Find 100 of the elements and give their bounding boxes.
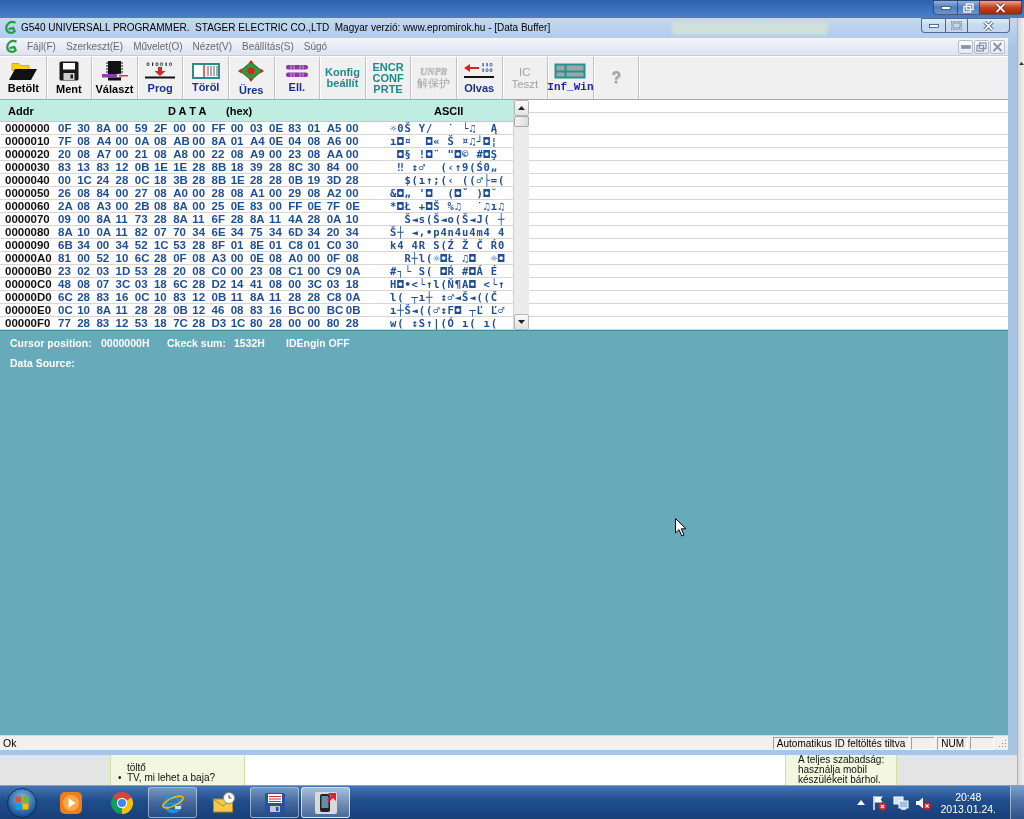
- hex-byte-cell: 00: [115, 187, 129, 199]
- toolbar-button[interactable]: Választ: [92, 57, 138, 99]
- address-cell: 00000A0: [5, 252, 52, 264]
- hex-byte-cell: 1E: [173, 161, 188, 173]
- hex-byte-cell: A6: [326, 135, 342, 147]
- hex-byte-cell: 2B: [134, 200, 150, 212]
- menu-item[interactable]: Beállítás(S): [237, 39, 299, 54]
- hex-byte-cell: 83: [96, 317, 110, 329]
- hex-byte-cell: 34: [345, 226, 359, 238]
- hex-byte-cell: 00: [115, 122, 129, 134]
- hex-byte-cell: 11: [115, 226, 128, 238]
- hex-byte-cell: 0E: [249, 252, 264, 264]
- toolbar-button[interactable]: Ment: [46, 57, 93, 99]
- resize-grip-icon[interactable]: [997, 738, 1007, 748]
- restore-button[interactable]: [958, 0, 980, 15]
- hex-byte-cell: 0A: [345, 265, 361, 277]
- ascii-text: w( ↕S↑|(Ó ı( ı(: [390, 317, 499, 329]
- taskbar-button[interactable]: [301, 787, 350, 818]
- hex-byte-cell: 09: [58, 213, 71, 225]
- minimize-icon: [960, 44, 971, 49]
- toolbar-button[interactable]: Ell.: [274, 57, 321, 99]
- menu-item[interactable]: Súgó: [298, 39, 333, 54]
- hex-byte-cell: 1C: [230, 317, 246, 329]
- scroll-down-button[interactable]: [514, 314, 529, 330]
- hex-byte-cell: 8A: [96, 213, 112, 225]
- hex-byte-cell: D2: [211, 278, 227, 290]
- hex-byte-cell: 6C: [173, 278, 188, 290]
- hex-byte-cell: 01: [307, 122, 321, 134]
- toolbar-button[interactable]: Üres: [228, 57, 275, 99]
- hex-byte-cell: 00: [192, 122, 206, 134]
- bullet: •: [118, 773, 123, 783]
- hex-byte-cell: C0: [326, 239, 342, 251]
- hex-byte-cell: 28: [115, 174, 129, 186]
- toolbar-button[interactable]: Töröl: [183, 57, 229, 99]
- hex-byte-cell: 0A: [345, 291, 361, 303]
- scroll-up-button[interactable]: [514, 100, 529, 116]
- toolbar-button[interactable]: Prog: [137, 57, 184, 99]
- hex-byte-cell: 8B: [211, 174, 227, 186]
- toolbar-button[interactable]: Inf_Win: [548, 57, 594, 99]
- taskbar-button[interactable]: [250, 787, 299, 818]
- hex-byte-cell: 28: [249, 174, 263, 186]
- menu-item[interactable]: Művelet(O): [128, 39, 188, 54]
- close-icon: [992, 41, 1003, 52]
- toolbar-button[interactable]: Olvas: [456, 57, 503, 99]
- toolbar-button[interactable]: Konfig beállít: [320, 57, 366, 99]
- hex-byte-cell: 81: [58, 252, 71, 264]
- hex-byte-cell: 23: [249, 265, 263, 277]
- maximize-button[interactable]: [946, 18, 968, 33]
- flag-icon[interactable]: [870, 794, 887, 811]
- status-message: Ok: [3, 737, 17, 749]
- close-button[interactable]: [980, 0, 1022, 15]
- network-icon[interactable]: [892, 794, 909, 811]
- hex-byte-cell: FF: [211, 122, 226, 134]
- hex-byte-cell: 0A: [326, 213, 342, 225]
- hex-byte-cell: 07: [96, 278, 110, 290]
- minimize-button[interactable]: [921, 18, 946, 33]
- hex-byte-cell: 73: [134, 213, 148, 225]
- hex-byte-cell: 52: [134, 239, 148, 251]
- close-button[interactable]: [968, 18, 1010, 33]
- caret-icon[interactable]: [856, 800, 865, 805]
- minimize-icon: [940, 5, 951, 10]
- hex-byte-cell: 0C: [134, 291, 150, 303]
- hex-byte-cell: 08: [307, 135, 321, 147]
- hex-byte-cell: 10: [77, 304, 90, 316]
- toolbar-button[interactable]: Betölt: [1, 57, 47, 99]
- menu-item[interactable]: Szerkeszt(E): [60, 39, 129, 54]
- clock-time: 20:48: [955, 790, 982, 803]
- hex-byte-cell: 52: [96, 252, 110, 264]
- hex-byte-cell: 6D: [288, 226, 303, 238]
- hex-byte-cell: 16: [115, 291, 129, 303]
- hex-byte-cell: 08: [230, 148, 244, 160]
- hex-byte-cell: 08: [345, 252, 359, 264]
- hex-byte-cell: 59: [134, 122, 148, 134]
- link-text[interactable]: töltő: [127, 763, 146, 773]
- hex-byte-cell: 75: [249, 226, 263, 238]
- hex-byte-cell: 22: [211, 148, 225, 160]
- hex-byte-cell: 28: [153, 213, 167, 225]
- hex-byte-cell: 28: [345, 174, 359, 186]
- hex-byte-cell: 14: [230, 278, 244, 290]
- menu-item[interactable]: Nézet(V): [187, 39, 238, 54]
- hex-byte-cell: 0F: [326, 252, 341, 264]
- ascii-text: ı┼Š◄((♂↕F◘ ┬Ľ Ľ♂: [390, 304, 506, 316]
- hex-byte-cell: A3: [96, 200, 112, 212]
- logo-icon: [4, 20, 17, 35]
- hex-byte-cell: 48: [58, 278, 71, 290]
- menu-item[interactable]: Fájl(F): [22, 39, 61, 54]
- cursor-label: Cursor position:: [10, 337, 92, 349]
- hex-byte-cell: A4: [249, 135, 265, 147]
- hex-byte-cell: AA: [326, 148, 344, 160]
- engine-status: IDEngin OFF: [286, 337, 350, 349]
- hex-byte-cell: 83: [96, 291, 110, 303]
- link-text[interactable]: TV, mi lehet a baja?: [127, 773, 216, 783]
- hex-byte-cell: 28: [230, 213, 244, 225]
- toolbar-button[interactable]: ENCR CONF PRTE: [365, 57, 412, 99]
- hex-byte-cell: 20: [58, 148, 71, 160]
- scroll-thumb[interactable]: [514, 116, 529, 127]
- show-desktop-button[interactable]: [1010, 786, 1024, 819]
- minimize-button[interactable]: [933, 0, 958, 15]
- ascii-text: ‼ ↕♂ (‹↑9(Ś0„: [396, 161, 499, 173]
- hex-byte-cell: 28: [345, 317, 359, 329]
